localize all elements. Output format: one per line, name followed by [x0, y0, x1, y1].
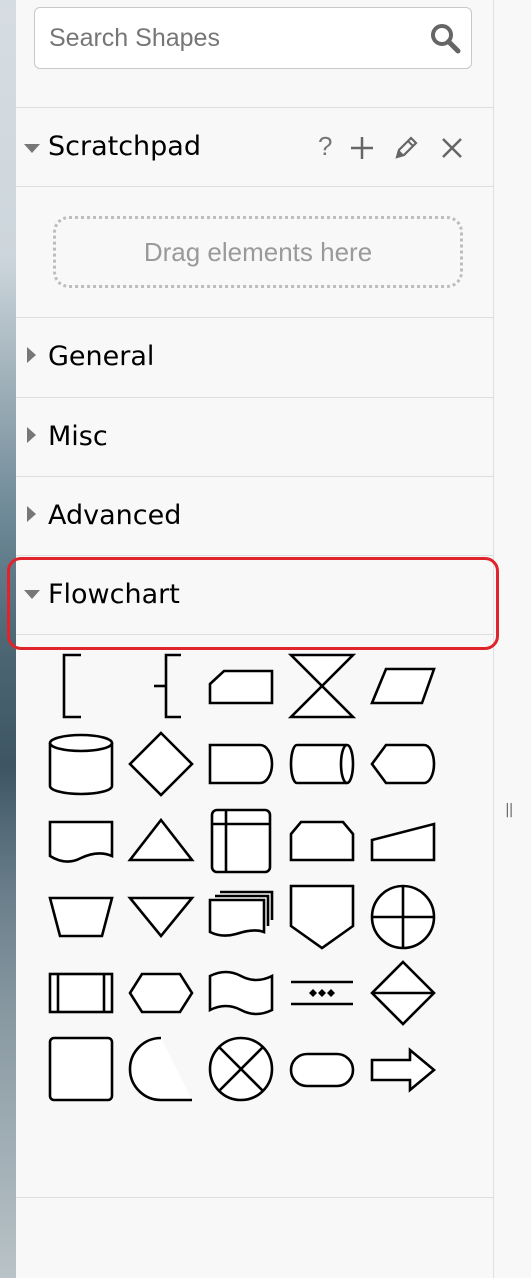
divider — [16, 476, 493, 477]
shape-database[interactable] — [46, 729, 116, 799]
scratchpad-drop-zone[interactable]: Drag elements here — [53, 216, 463, 288]
shape-preparation[interactable] — [126, 958, 196, 1028]
section-title-scratchpad: Scratchpad — [48, 131, 201, 162]
shape-display[interactable] — [368, 729, 438, 799]
search-box — [34, 7, 472, 69]
search-input[interactable] — [49, 18, 419, 58]
divider — [16, 186, 493, 187]
shape-process[interactable] — [46, 1034, 116, 1104]
divider — [16, 107, 493, 108]
section-header-advanced[interactable]: Advanced — [16, 482, 493, 552]
search-icon[interactable] — [429, 22, 461, 54]
divider — [16, 555, 493, 556]
highlight-box — [7, 557, 499, 650]
shape-direct-data[interactable] — [287, 729, 357, 799]
shape-extract[interactable] — [126, 806, 196, 876]
splitter-grip-icon[interactable]: || — [505, 802, 514, 818]
section-title-advanced: Advanced — [48, 500, 182, 531]
shape-annotation-1[interactable] — [46, 651, 116, 721]
shape-manual-input[interactable] — [368, 806, 438, 876]
shape-stored-data[interactable] — [126, 1034, 196, 1104]
shape-or[interactable] — [368, 882, 438, 952]
shape-card[interactable] — [206, 651, 276, 721]
triangle-right-icon — [27, 347, 36, 363]
shape-data[interactable] — [368, 651, 438, 721]
shape-summing-function[interactable] — [206, 1034, 276, 1104]
help-icon[interactable]: ? — [318, 131, 346, 161]
section-header-scratchpad[interactable]: Scratchpad — [16, 113, 493, 183]
shape-sequential-data[interactable] — [287, 958, 357, 1028]
add-icon[interactable] — [348, 134, 376, 162]
shape-delay[interactable] — [206, 729, 276, 799]
shape-predefined-process[interactable] — [46, 958, 116, 1028]
section-title-misc: Misc — [48, 421, 108, 452]
shape-off-page-reference[interactable] — [287, 882, 357, 952]
triangle-right-icon — [27, 506, 36, 522]
close-icon[interactable] — [438, 134, 466, 162]
shape-document[interactable] — [46, 806, 116, 876]
shape-collate[interactable] — [287, 651, 357, 721]
shape-decision[interactable] — [126, 729, 196, 799]
shape-multi-document[interactable] — [206, 882, 276, 952]
shape-merge[interactable] — [126, 882, 196, 952]
section-header-general[interactable]: General — [16, 323, 493, 393]
divider — [16, 397, 493, 398]
triangle-down-icon — [24, 144, 40, 153]
section-title-general: General — [48, 341, 155, 372]
drop-hint-text: Drag elements here — [143, 237, 373, 267]
shape-punched-tape[interactable] — [206, 958, 276, 1028]
panel-splitter[interactable] — [493, 0, 531, 1278]
divider — [16, 317, 493, 318]
triangle-right-icon — [27, 427, 36, 443]
shape-transfer[interactable] — [368, 1034, 438, 1104]
shape-internal-storage[interactable] — [206, 806, 276, 876]
shape-terminator[interactable] — [287, 1034, 357, 1104]
shape-loop-limit[interactable] — [287, 806, 357, 876]
edit-icon[interactable] — [392, 134, 420, 162]
divider — [16, 1197, 493, 1198]
shape-sort[interactable] — [368, 958, 438, 1028]
shape-annotation-2[interactable] — [126, 651, 196, 721]
shape-manual-operation[interactable] — [46, 882, 116, 952]
section-header-misc[interactable]: Misc — [16, 403, 493, 473]
